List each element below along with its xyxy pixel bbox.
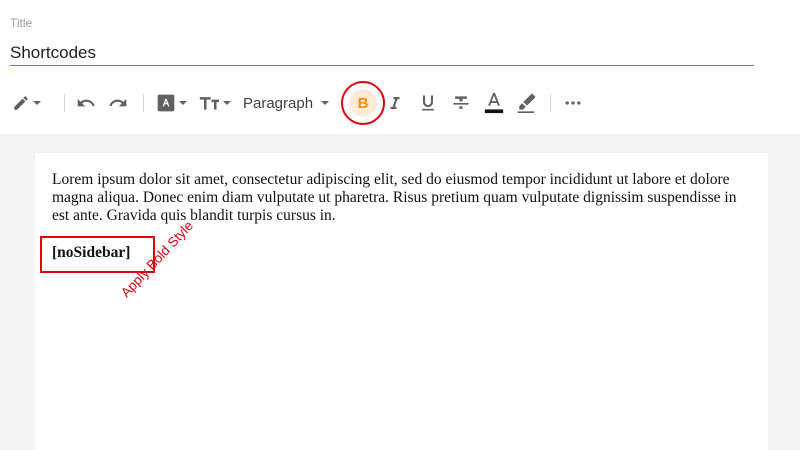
pencil-icon [12, 94, 30, 112]
body-paragraph[interactable]: Lorem ipsum dolor sit amet, consectetur … [52, 171, 752, 225]
strikethrough-icon [451, 93, 471, 113]
shortcode-text[interactable]: [noSidebar] [52, 244, 130, 262]
more-options-button[interactable] [563, 80, 583, 126]
paragraph-style-label: Paragraph [243, 94, 314, 112]
redo-button[interactable] [108, 80, 128, 126]
strikethrough-button[interactable] [451, 80, 471, 126]
toolbar-divider [64, 94, 65, 112]
text-size-icon [198, 93, 220, 113]
paragraph-style-dropdown[interactable]: Paragraph [243, 80, 330, 126]
chevron-down-icon [179, 101, 187, 105]
bold-highlight-circle: B [341, 81, 385, 125]
chevron-down-icon [321, 101, 330, 105]
text-color-button[interactable] [483, 80, 505, 126]
font-icon [156, 93, 176, 113]
title-label: Title [10, 16, 33, 30]
undo-button[interactable] [76, 80, 96, 126]
highlight-icon [516, 93, 536, 113]
bold-icon: B [357, 94, 369, 112]
undo-icon [76, 93, 96, 113]
title-input[interactable] [10, 40, 754, 66]
more-icon [563, 93, 583, 113]
highlight-button[interactable] [516, 80, 536, 126]
toolbar-divider [143, 94, 144, 112]
bold-button[interactable]: B [349, 89, 377, 117]
chevron-down-icon [223, 101, 231, 105]
font-button[interactable] [156, 80, 187, 126]
pen-mode-button[interactable] [12, 80, 41, 126]
redo-icon [108, 93, 128, 113]
italic-icon [386, 94, 404, 112]
underline-button[interactable] [418, 80, 438, 126]
text-color-icon [483, 91, 505, 115]
underline-icon [418, 93, 438, 113]
text-size-button[interactable] [198, 80, 231, 126]
italic-button[interactable] [386, 80, 404, 126]
document-page[interactable]: Lorem ipsum dolor sit amet, consectetur … [35, 153, 768, 450]
chevron-down-icon [33, 101, 41, 105]
title-area: Title [0, 0, 800, 80]
